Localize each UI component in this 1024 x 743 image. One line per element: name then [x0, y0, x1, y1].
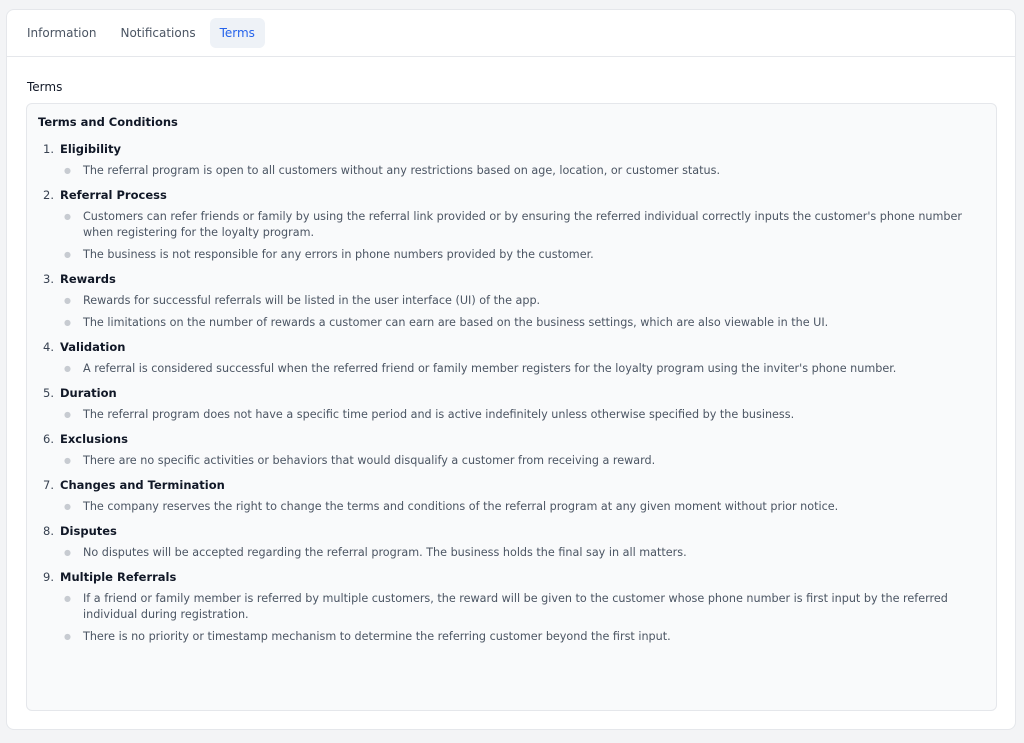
bullet-icon: ●: [64, 502, 71, 511]
term-title: Validation: [60, 340, 126, 354]
term-point: ● The referral program does not have a sp…: [38, 407, 985, 423]
term-points: ● The company reserves the right to chang…: [38, 499, 985, 515]
term-points: ● Rewards for successful referrals will b…: [38, 293, 985, 331]
term-title: Duration: [60, 386, 117, 400]
term-point-text: A referral is considered successful when…: [83, 362, 897, 375]
term-point-text: The referral program is open to all cust…: [83, 164, 721, 177]
term-point: ● Customers can refer friends or family b…: [38, 209, 985, 241]
bullet-icon: ●: [64, 318, 71, 327]
term-point-text: Customers can refer friends or family by…: [83, 210, 963, 239]
term-point: ● There are no specific activities or beh…: [38, 453, 985, 469]
term-heading: 4. Validation: [38, 340, 985, 354]
term-title: Disputes: [60, 524, 117, 538]
terms-box[interactable]: Terms and Conditions 1. Eligibility ● The r…: [26, 103, 997, 711]
term-points: ● If a friend or family member is referre…: [38, 591, 985, 645]
term-point: ● The referral program is open to all cus…: [38, 163, 985, 179]
term-points: ● Customers can refer friends or family b…: [38, 209, 985, 263]
bullet-icon: ●: [64, 166, 71, 175]
bullet-icon: ●: [64, 456, 71, 465]
tab-notifications[interactable]: Notifications: [110, 18, 205, 48]
term-item: 1. Eligibility ● The referral program is op…: [38, 142, 985, 179]
term-points: ● The referral program is open to all cus…: [38, 163, 985, 179]
terms-title: Terms and Conditions: [38, 115, 178, 129]
tab-terms[interactable]: Terms: [209, 18, 265, 48]
settings-card: Information Notifications Terms Terms Te…: [6, 9, 1016, 730]
term-points: ● A referral is considered successful whe…: [38, 361, 985, 377]
term-number: 5.: [43, 386, 54, 400]
term-point: ● The business is not responsible for any…: [38, 247, 985, 263]
term-item: 2. Referral Process ● Customers can refer f…: [38, 188, 985, 263]
term-point-text: The limitations on the number of rewards…: [83, 316, 829, 329]
term-point: ● The limitations on the number of reward…: [38, 315, 985, 331]
term-heading: 9. Multiple Referrals: [38, 570, 985, 584]
bullet-icon: ●: [64, 250, 71, 259]
term-heading: 6. Exclusions: [38, 432, 985, 446]
term-points: ● The referral program does not have a sp…: [38, 407, 985, 423]
term-item: 6. Exclusions ● There are no specific activ…: [38, 432, 985, 469]
term-title: Eligibility: [60, 142, 121, 156]
term-number: 9.: [43, 570, 54, 584]
term-point-text: The business is not responsible for any …: [83, 248, 594, 261]
tab-bar: Information Notifications Terms: [7, 10, 1015, 57]
term-title: Changes and Termination: [60, 478, 225, 492]
term-number: 1.: [43, 142, 54, 156]
bullet-icon: ●: [64, 548, 71, 557]
term-point: ● The company reserves the right to chang…: [38, 499, 985, 515]
term-points: ● There are no specific activities or beh…: [38, 453, 985, 469]
term-point-text: The referral program does not have a spe…: [83, 408, 795, 421]
term-item: 5. Duration ● The referral program does not…: [38, 386, 985, 423]
term-number: 8.: [43, 524, 54, 538]
term-title: Referral Process: [60, 188, 167, 202]
term-item: 3. Rewards ● Rewards for successful referra…: [38, 272, 985, 331]
term-point-text: If a friend or family member is referred…: [83, 592, 948, 621]
term-point-text: There are no specific activities or beha…: [83, 454, 656, 467]
term-heading: 8. Disputes: [38, 524, 985, 538]
bullet-icon: ●: [64, 632, 71, 641]
term-heading: 5. Duration: [38, 386, 985, 400]
term-item: 7. Changes and Termination ● The company re…: [38, 478, 985, 515]
term-point: ● There is no priority or timestamp mecha…: [38, 629, 985, 645]
term-number: 7.: [43, 478, 54, 492]
tab-information[interactable]: Information: [17, 18, 106, 48]
bullet-icon: ●: [64, 296, 71, 305]
term-item: 4. Validation ● A referral is considered su…: [38, 340, 985, 377]
term-number: 6.: [43, 432, 54, 446]
term-point: ● A referral is considered successful whe…: [38, 361, 985, 377]
term-heading: 3. Rewards: [38, 272, 985, 286]
term-number: 4.: [43, 340, 54, 354]
term-point-text: There is no priority or timestamp mechan…: [83, 630, 671, 643]
bullet-icon: ●: [64, 594, 71, 603]
term-points: ● No disputes will be accepted regarding …: [38, 545, 985, 561]
term-point-text: No disputes will be accepted regarding t…: [83, 546, 687, 559]
bullet-icon: ●: [64, 212, 71, 221]
term-point-text: Rewards for successful referrals will be…: [83, 294, 541, 307]
term-point-text: The company reserves the right to change…: [83, 500, 839, 513]
section-label: Terms: [27, 80, 63, 94]
term-point: ● If a friend or family member is referre…: [38, 591, 985, 623]
term-title: Multiple Referrals: [60, 570, 177, 584]
term-number: 3.: [43, 272, 54, 286]
term-title: Rewards: [60, 272, 116, 286]
bullet-icon: ●: [64, 364, 71, 373]
term-point: ● Rewards for successful referrals will b…: [38, 293, 985, 309]
term-title: Exclusions: [60, 432, 128, 446]
term-item: 9. Multiple Referrals ● If a friend or fami…: [38, 570, 985, 645]
term-point: ● No disputes will be accepted regarding …: [38, 545, 985, 561]
term-item: 8. Disputes ● No disputes will be accepted …: [38, 524, 985, 561]
term-heading: 1. Eligibility: [38, 142, 985, 156]
bullet-icon: ●: [64, 410, 71, 419]
term-heading: 7. Changes and Termination: [38, 478, 985, 492]
term-heading: 2. Referral Process: [38, 188, 985, 202]
term-number: 2.: [43, 188, 54, 202]
terms-list: 1. Eligibility ● The referral program is op…: [38, 142, 985, 645]
